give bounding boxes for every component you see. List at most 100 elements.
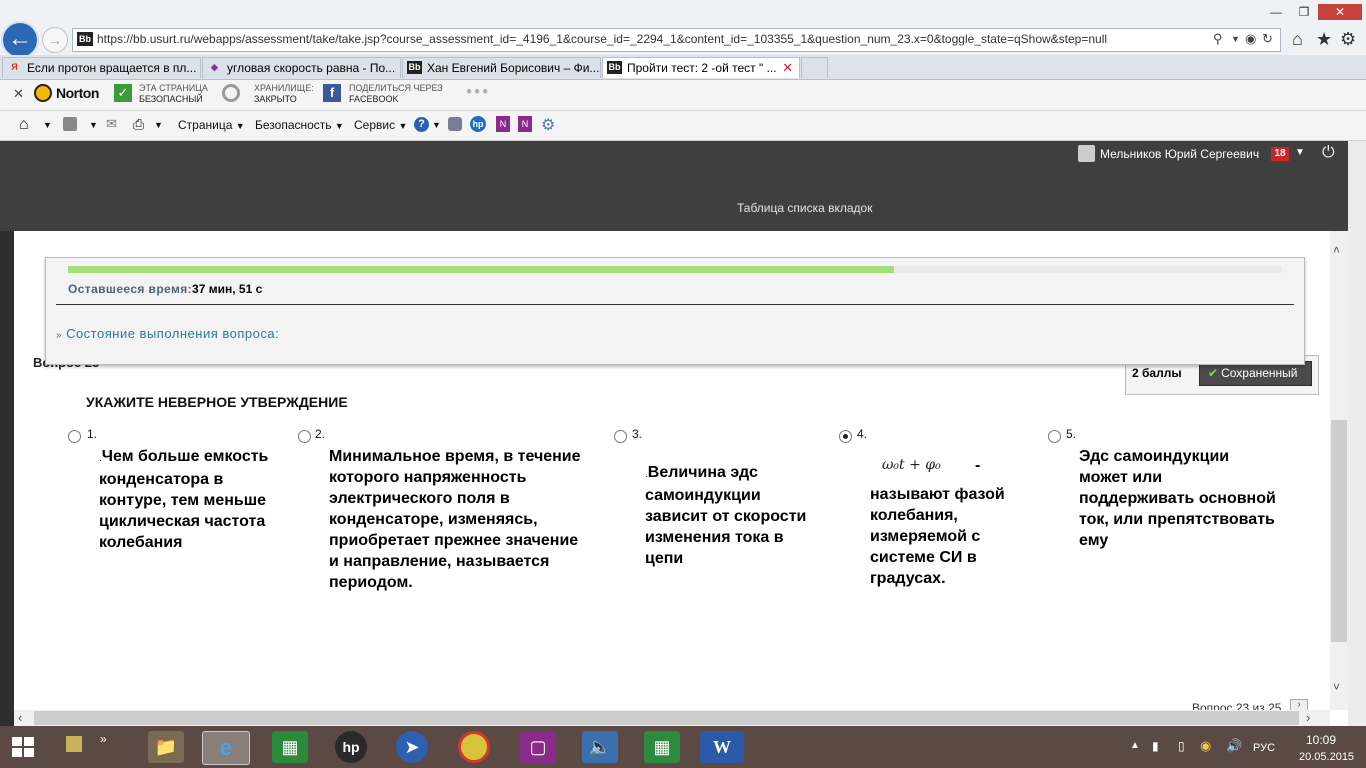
forward-button[interactable]: →: [42, 27, 68, 53]
menu-service[interactable]: Сервис ▼: [354, 118, 407, 132]
dropdown-arrow-icon[interactable]: ▼: [89, 120, 98, 130]
file-explorer-icon[interactable]: 📁: [148, 731, 184, 763]
chrome-icon[interactable]: [458, 731, 490, 763]
settings-gear-icon[interactable]: ⚙: [1340, 29, 1356, 50]
tab-close-icon[interactable]: ✕: [782, 58, 793, 78]
more-options-icon[interactable]: ●●●: [466, 86, 490, 97]
safe-page-line1: ЭТА СТРАНИЦА: [139, 83, 208, 93]
avatar[interactable]: [1078, 145, 1095, 162]
onenote-icon[interactable]: N: [496, 116, 510, 132]
favorites-star-icon[interactable]: ★: [1316, 29, 1332, 50]
folder-small-icon[interactable]: [66, 736, 82, 752]
right-frame-edge: [1348, 141, 1366, 726]
clock-date[interactable]: 20.05.2015: [1299, 751, 1354, 763]
tab-label: Хан Евгений Борисович – Фи...: [427, 61, 600, 75]
power-icon[interactable]: ⏻: [1322, 144, 1335, 162]
forward-arrow-icon: →: [48, 32, 62, 48]
tab-list-heading: Таблица списка вкладок: [737, 201, 873, 215]
internet-explorer-icon[interactable]: e: [202, 731, 250, 765]
onenote-send-icon[interactable]: N: [518, 116, 532, 132]
address-url[interactable]: https://bb.usurt.ru/webapps/assessment/t…: [97, 32, 1177, 46]
remaining-time-value: 37 мин, 51 с: [192, 282, 263, 296]
tab-khan[interactable]: Bb Хан Евгений Борисович – Фи...: [402, 57, 601, 78]
close-window-button[interactable]: ✕: [1318, 4, 1362, 20]
menu-security[interactable]: Безопасность ▼: [255, 118, 344, 132]
yandex-icon: Я: [11, 62, 18, 72]
command-bar: ⌂ ▼ ▼ ✉ ⎙ ▼ Страница ▼ Безопасность ▼ Се…: [0, 111, 1366, 141]
word-icon[interactable]: W: [700, 731, 744, 763]
option-3-radio[interactable]: [614, 430, 627, 443]
battery-icon[interactable]: ▯: [1178, 739, 1185, 753]
share-line2[interactable]: FACEBOOK: [349, 94, 399, 105]
option-2-radio[interactable]: [298, 430, 311, 443]
user-name[interactable]: Мельников Юрий Сергеевич: [1100, 147, 1259, 161]
search-icon[interactable]: ⚲: [1213, 31, 1223, 47]
address-bar[interactable]: Bb https://bb.usurt.ru/webapps/assessmen…: [72, 28, 1281, 52]
scroll-down-icon[interactable]: ˅: [1333, 680, 1340, 694]
vertical-scroll-thumb[interactable]: [1331, 420, 1347, 642]
refresh-icon[interactable]: ↻: [1262, 31, 1273, 47]
minimize-button[interactable]: —: [1264, 4, 1288, 20]
norton-tray-icon[interactable]: ◉: [1200, 738, 1211, 754]
start-button[interactable]: [12, 737, 36, 759]
hp-app-icon[interactable]: hp: [335, 731, 367, 763]
expand-chevron-icon[interactable]: »: [100, 732, 107, 746]
scroll-up-icon[interactable]: ˄: [1333, 243, 1340, 257]
clock-time[interactable]: 10:09: [1306, 733, 1336, 747]
menu-service-label: Сервис: [354, 118, 396, 132]
rss-feed-icon[interactable]: [63, 117, 77, 131]
back-button[interactable]: ←: [3, 23, 37, 57]
extension-icon[interactable]: [448, 117, 462, 131]
vault-line1: ХРАНИЛИЩЕ:: [254, 83, 314, 93]
norton-close-icon[interactable]: ✕: [13, 86, 24, 102]
signal-icon[interactable]: ▮: [1152, 739, 1159, 753]
blackboard-icon: Bb: [607, 61, 622, 74]
notification-badge[interactable]: 18: [1271, 147, 1289, 161]
norton-toolbar: ✕ Norton ✓ ЭТА СТРАНИЦА БЕЗОПАСНЫЙ ХРАНИ…: [0, 80, 1366, 111]
chevron-right-icon: ›: [1297, 699, 1301, 710]
dropdown-arrow-icon[interactable]: ▼: [432, 120, 441, 130]
question-title: УКАЖИТЕ НЕВЕРНОЕ УТВЕРЖДЕНИЕ: [86, 394, 348, 410]
calculator-icon[interactable]: ▦: [644, 731, 680, 763]
gear-tools-icon[interactable]: ⚙: [541, 115, 555, 135]
dropdown-arrow-icon[interactable]: ▼: [43, 120, 52, 130]
language-indicator[interactable]: РУС: [1253, 742, 1275, 754]
norton-brand[interactable]: Norton: [56, 85, 99, 101]
home-icon[interactable]: ⌂: [1292, 29, 1303, 50]
horizontal-scroll-thumb[interactable]: [34, 711, 1299, 725]
tab-angular-speed[interactable]: ◆ угловая скорость равна - По...: [202, 57, 401, 78]
menu-page[interactable]: Страница ▼: [178, 118, 245, 132]
hp-icon[interactable]: hp: [470, 116, 486, 132]
help-icon[interactable]: ?: [414, 117, 429, 132]
option-4-number: 4.: [857, 427, 868, 441]
safe-page-line2[interactable]: БЕЗОПАСНЫЙ: [139, 94, 203, 105]
home-cmd-icon[interactable]: ⌂: [19, 116, 29, 134]
compass-icon[interactable]: ➤: [396, 731, 428, 763]
remaining-time: Оставшееся время:37 мин, 51 с: [68, 282, 262, 296]
restore-button[interactable]: ❐: [1292, 4, 1316, 20]
search-dropdown-icon[interactable]: ▼: [1231, 34, 1240, 44]
remaining-time-label: Оставшееся время:: [68, 282, 193, 296]
volume-icon[interactable]: 🔊: [1226, 738, 1242, 754]
dropdown-arrow-icon[interactable]: ▼: [154, 120, 163, 130]
lock-icon[interactable]: ◉: [1245, 31, 1256, 47]
option-1-radio[interactable]: [68, 430, 81, 443]
print-icon[interactable]: ⎙: [133, 116, 144, 133]
store-icon[interactable]: ▦: [272, 731, 308, 763]
option-5-radio[interactable]: [1048, 430, 1061, 443]
speaker-app-icon[interactable]: 🔈: [582, 731, 618, 763]
tray-expand-icon[interactable]: ▲: [1130, 740, 1140, 751]
new-tab-button[interactable]: [801, 57, 828, 78]
question-status-toggle[interactable]: » Состояние выполнения вопроса:: [56, 326, 279, 341]
facebook-icon: f: [323, 84, 341, 102]
vault-line2[interactable]: ЗАКРЫТО: [254, 94, 297, 105]
tab-test-active[interactable]: Bb Пройти тест: 2 -ой тест " ... ✕: [602, 57, 800, 78]
blackboard-icon: Bb: [407, 61, 422, 74]
option-4-radio[interactable]: [839, 430, 852, 443]
projector-icon[interactable]: ▢: [520, 731, 556, 763]
mail-icon[interactable]: ✉: [106, 116, 117, 132]
user-menu-chevron-icon[interactable]: ▼: [1295, 147, 1305, 158]
tab-proton[interactable]: Я Если протон вращается в пл...: [2, 57, 201, 78]
scroll-right-icon[interactable]: ›: [1306, 710, 1310, 725]
scroll-left-icon[interactable]: ‹: [18, 710, 22, 725]
